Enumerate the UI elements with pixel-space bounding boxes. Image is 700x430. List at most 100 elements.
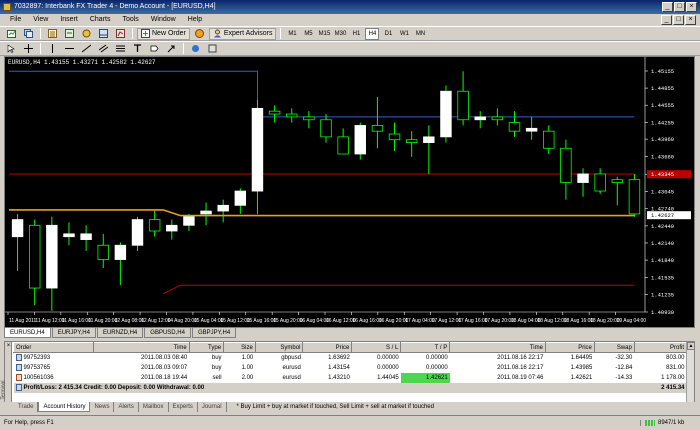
terminal-close-button[interactable]: × — [5, 343, 12, 349]
candlestick-chart[interactable]: 1.45155 1.44855 1.44555 1.44255 1.43960 1.436… — [5, 57, 694, 327]
y-tick-label: 1.44255 — [651, 119, 674, 126]
x-tick-label: 15 Aug 04:00 — [194, 318, 224, 324]
table-row[interactable]: 99753765 2011.08.03 09:07 buy 1.00 eurus… — [14, 363, 687, 373]
menu-tools[interactable]: Tools — [116, 14, 144, 26]
bear-candle — [28, 224, 41, 289]
mdi-restore-button[interactable]: □ — [673, 15, 684, 25]
tf-h1-button[interactable]: H1 — [349, 28, 363, 40]
chart-tab-gbpusd[interactable]: GBPUSD,H4 — [144, 328, 191, 338]
tab-alerts[interactable]: Alerts — [114, 402, 139, 412]
scroll-up-icon[interactable]: ▲ — [687, 342, 695, 350]
periods-icon — [192, 45, 199, 52]
x-tick-label: 15 Aug 12:00 — [220, 318, 250, 324]
take-profit: 0.00000 — [426, 364, 448, 371]
menu-view[interactable]: View — [27, 14, 54, 26]
arrows-button[interactable] — [164, 43, 179, 55]
metaeditor-icon — [194, 29, 204, 38]
terminal-tabs: Trade Account History News Alerts Mailbo… — [4, 402, 695, 413]
fibonacci-button[interactable] — [113, 43, 128, 55]
bear-candle — [543, 130, 555, 149]
metaeditor-button[interactable] — [192, 28, 207, 40]
y-tick-label: 1.41840 — [651, 257, 674, 264]
tf-m5-button[interactable]: M5 — [301, 28, 315, 40]
tab-news[interactable]: News — [90, 402, 115, 412]
col-order[interactable]: Order — [12, 342, 95, 353]
tab-journal[interactable]: Journal — [198, 402, 227, 412]
col-profit[interactable]: Profit — [633, 342, 688, 353]
tab-account-history[interactable]: Account History — [38, 402, 91, 412]
col-open-time[interactable]: Time — [93, 342, 190, 353]
col-type[interactable]: Type — [188, 342, 225, 353]
cursor-button[interactable] — [4, 43, 19, 55]
col-symbol[interactable]: Symbol — [254, 342, 304, 353]
market-watch-button[interactable] — [45, 28, 60, 40]
mdi-minimize-button[interactable]: _ — [661, 15, 672, 25]
expert-advisors-button[interactable]: Expert Advisors — [208, 27, 277, 40]
data-window-button[interactable] — [62, 28, 77, 40]
col-size[interactable]: Size — [223, 342, 256, 353]
col-open-price[interactable]: Price — [302, 342, 353, 353]
sell-order-icon — [15, 373, 22, 381]
profit: 803.00 — [666, 354, 685, 361]
col-sl[interactable]: S / L — [351, 342, 402, 353]
col-close-price[interactable]: Price — [544, 342, 595, 353]
horizontal-line-button[interactable] — [62, 43, 77, 55]
tf-h4-button[interactable]: H4 — [365, 27, 380, 40]
strategy-tester-button[interactable] — [113, 28, 128, 40]
channel-button[interactable] — [96, 43, 111, 55]
tab-trade[interactable]: Trade — [14, 402, 39, 412]
tf-m1-button[interactable]: M1 — [285, 28, 299, 40]
menu-insert[interactable]: Insert — [54, 14, 84, 26]
tab-experts[interactable]: Experts — [169, 402, 198, 412]
chart-tab-eurnzd[interactable]: EURNZD,H4 — [96, 328, 144, 338]
connection-icon — [645, 420, 655, 426]
table-row[interactable]: 99752393 2011.08.03 08:40 buy 1.00 gbpus… — [14, 353, 687, 363]
menu-help[interactable]: Help — [182, 14, 208, 26]
menu-window[interactable]: Window — [145, 14, 182, 26]
text-tool-button[interactable] — [130, 43, 145, 55]
col-tp[interactable]: T / P — [400, 342, 451, 353]
navigator-button[interactable] — [79, 28, 94, 40]
label-tool-button[interactable] — [147, 43, 162, 55]
tf-d1-button[interactable]: D1 — [381, 28, 395, 40]
tab-mailbox[interactable]: Mailbox — [139, 402, 169, 412]
table-row[interactable]: 100561036 2011.08.18 19:44 sell 2.00 eur… — [14, 372, 687, 383]
y-tick-label: 1.43045 — [651, 188, 674, 195]
terminal-button[interactable] — [96, 28, 111, 40]
new-chart-button[interactable] — [4, 28, 19, 40]
menu-file[interactable]: File — [4, 14, 27, 26]
menu-charts[interactable]: Charts — [84, 14, 117, 26]
mdi-close-button[interactable]: × — [685, 15, 696, 25]
x-tick-label: 19 Aug 04:00 — [617, 318, 647, 324]
tf-m30-button[interactable]: M30 — [333, 28, 347, 40]
tf-m15-button[interactable]: M15 — [317, 28, 331, 40]
chart-tab-gbpjpy[interactable]: GBPJPY,H4 — [191, 328, 237, 338]
order-symbol: eurusd — [282, 364, 301, 371]
status-help: For Help, press F1 — [4, 420, 54, 426]
title-bar: 7032897: Interbank FX Trader 4 - Demo Ac… — [0, 0, 700, 14]
bear-candle — [303, 116, 315, 121]
chart-window[interactable]: 1.45155 1.44855 1.44555 1.44255 1.43960 1.436… — [4, 56, 695, 328]
horizontal-line-icon — [65, 48, 74, 49]
minimize-button[interactable]: _ — [662, 2, 673, 12]
bull-candle — [577, 173, 589, 183]
y-tick-label: 1.45155 — [651, 68, 674, 75]
periods-button[interactable] — [188, 43, 203, 55]
col-swap[interactable]: Swap — [593, 342, 635, 353]
templates-button[interactable] — [205, 43, 220, 55]
tf-mn-button[interactable]: MN — [413, 28, 427, 40]
stop-loss: 1.44045 — [377, 374, 399, 381]
chart-tab-eurusd[interactable]: EURUSD,H4 — [4, 328, 51, 338]
tf-w1-button[interactable]: W1 — [397, 28, 411, 40]
col-close-time[interactable]: Time — [449, 342, 546, 353]
chart-tab-eurjpy[interactable]: EURJPY,H4 — [51, 328, 96, 338]
x-tick-label: 14 Aug 20:00 — [168, 318, 198, 324]
profiles-button[interactable] — [21, 28, 36, 40]
crosshair-button[interactable] — [21, 43, 36, 55]
new-order-button[interactable]: New Order — [137, 27, 190, 40]
maximize-button[interactable]: □ — [674, 2, 685, 12]
vertical-line-button[interactable] — [45, 43, 60, 55]
window-title: 7032897: Interbank FX Trader 4 - Demo Ac… — [14, 3, 216, 10]
close-button[interactable]: × — [686, 2, 697, 12]
trendline-button[interactable] — [79, 43, 94, 55]
